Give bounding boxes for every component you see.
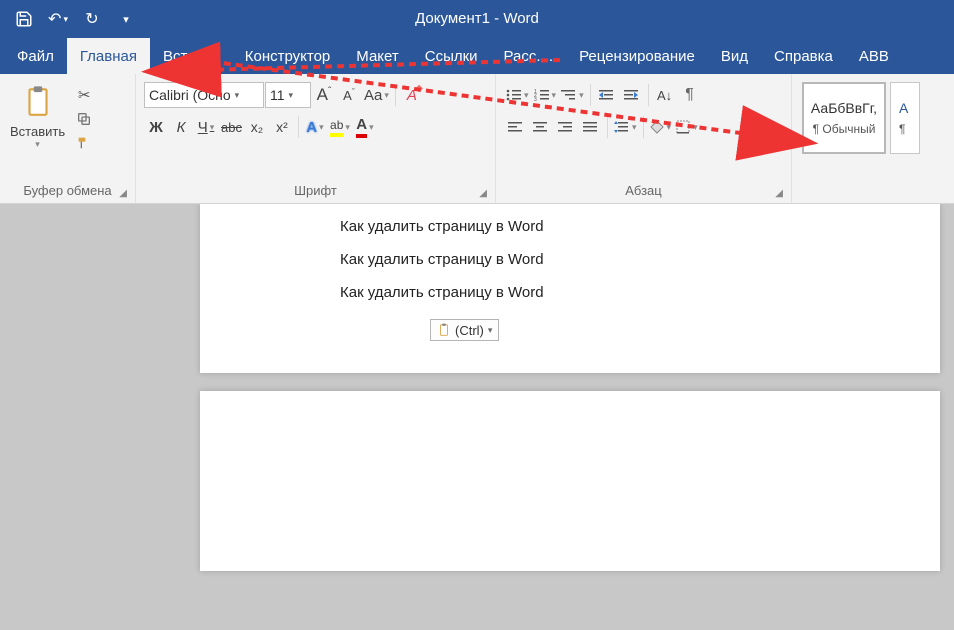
font-dialog-launcher[interactable]: ◢ bbox=[479, 188, 487, 199]
font-color-button[interactable]: A▾ bbox=[353, 114, 377, 140]
strikethrough-button[interactable]: abc bbox=[219, 114, 244, 140]
clipboard-dialog-launcher[interactable]: ◢ bbox=[119, 188, 127, 199]
sort-button[interactable]: А↓ bbox=[653, 82, 677, 108]
line-spacing-button[interactable]: ▾ bbox=[612, 114, 639, 140]
tab-file[interactable]: Файл bbox=[4, 38, 67, 74]
increase-indent-icon[interactable] bbox=[620, 82, 644, 108]
shading-button[interactable]: ▾ bbox=[648, 114, 674, 140]
title-bar: ↶▾ ↻ ▾ Документ1 - Word bbox=[0, 0, 954, 38]
clear-formatting-icon[interactable]: A◆ bbox=[400, 82, 424, 108]
font-name-combo[interactable]: Calibri (Осно▾ bbox=[144, 82, 264, 108]
font-group-label: Шрифт◢ bbox=[140, 180, 491, 203]
tab-layout[interactable]: Макет bbox=[343, 38, 411, 74]
clipboard-group-label: Буфер обмена◢ bbox=[4, 180, 131, 203]
italic-button[interactable]: К bbox=[169, 114, 193, 140]
group-styles: АаБбВвГг, ¶ Обычный А ¶ bbox=[792, 74, 952, 203]
document-area: Как удалить страницу в Word Как удалить … bbox=[0, 204, 954, 630]
change-case-button[interactable]: Aa▾ bbox=[362, 82, 391, 108]
undo-icon[interactable]: ↶▾ bbox=[42, 4, 74, 34]
quick-access-toolbar: ↶▾ ↻ ▾ bbox=[8, 4, 142, 34]
show-marks-button[interactable]: ¶ bbox=[678, 82, 702, 108]
tab-references[interactable]: Ссылки bbox=[412, 38, 491, 74]
shrink-font-icon[interactable]: Aˇ bbox=[337, 82, 361, 108]
numbering-button[interactable]: 123▾ bbox=[532, 82, 559, 108]
qat-customize-icon[interactable]: ▾ bbox=[110, 4, 142, 34]
bold-button[interactable]: Ж bbox=[144, 114, 168, 140]
doc-line[interactable]: Как удалить страницу в Word bbox=[340, 284, 940, 301]
tab-view[interactable]: Вид bbox=[708, 38, 761, 74]
justify-icon[interactable] bbox=[579, 114, 603, 140]
tab-abb[interactable]: ABB bbox=[846, 38, 902, 74]
group-paragraph: ▾ 123▾ ▾ А↓ ¶ ▾ ▾ ▾ Абза bbox=[496, 74, 792, 203]
svg-text:3: 3 bbox=[534, 97, 537, 102]
page-2[interactable] bbox=[200, 391, 940, 571]
text-effects-button[interactable]: A▾ bbox=[303, 114, 327, 140]
doc-line[interactable]: Как удалить страницу в Word bbox=[340, 218, 940, 235]
bullets-button[interactable]: ▾ bbox=[504, 82, 531, 108]
paste-button[interactable]: Вставить ▾ bbox=[4, 78, 71, 154]
align-right-icon[interactable] bbox=[554, 114, 578, 140]
borders-button[interactable]: ▾ bbox=[674, 114, 700, 140]
paste-options-popup[interactable]: (Ctrl)▾ bbox=[430, 319, 499, 341]
style-normal[interactable]: АаБбВвГг, ¶ Обычный bbox=[802, 82, 886, 154]
style-next[interactable]: А ¶ bbox=[890, 82, 920, 154]
align-center-icon[interactable] bbox=[529, 114, 553, 140]
tab-home[interactable]: Главная bbox=[67, 38, 150, 74]
styles-group-label bbox=[796, 180, 948, 203]
decrease-indent-icon[interactable] bbox=[595, 82, 619, 108]
grow-font-icon[interactable]: Aˆ bbox=[312, 82, 336, 108]
underline-button[interactable]: Ч▾ bbox=[194, 114, 218, 140]
group-font: Calibri (Осно▾ 11▾ Aˆ Aˇ Aa▾ A◆ Ж К Ч▾ a… bbox=[136, 74, 496, 203]
tab-help[interactable]: Справка bbox=[761, 38, 846, 74]
paragraph-group-label: Абзац◢ bbox=[500, 180, 787, 203]
copy-icon[interactable] bbox=[71, 108, 97, 130]
cut-icon[interactable]: ✂ bbox=[71, 84, 97, 106]
ribbon: Вставить ▾ ✂ Буфер обмена◢ Calibri (Осно… bbox=[0, 74, 954, 204]
tab-review[interactable]: Рецензирование bbox=[566, 38, 708, 74]
tab-mailings[interactable]: Расс.... bbox=[491, 38, 567, 74]
format-painter-icon[interactable] bbox=[71, 132, 97, 154]
doc-line[interactable]: Как удалить страницу в Word bbox=[340, 251, 940, 268]
save-icon[interactable] bbox=[8, 4, 40, 34]
multilevel-list-button[interactable]: ▾ bbox=[559, 82, 586, 108]
paragraph-dialog-launcher[interactable]: ◢ bbox=[775, 188, 783, 199]
document-title: Документ1 - Word bbox=[0, 10, 954, 27]
align-left-icon[interactable] bbox=[504, 114, 528, 140]
redo-icon[interactable]: ↻ bbox=[76, 4, 108, 34]
highlight-button[interactable]: ab▾ bbox=[328, 114, 352, 140]
paste-label: Вставить bbox=[10, 124, 65, 139]
tab-insert[interactable]: Вставка bbox=[150, 38, 232, 74]
group-clipboard: Вставить ▾ ✂ Буфер обмена◢ bbox=[0, 74, 136, 203]
ribbon-tabs: Файл Главная Вставка Конструктор Макет С… bbox=[0, 38, 954, 74]
tab-design[interactable]: Конструктор bbox=[232, 38, 344, 74]
page-1[interactable]: Как удалить страницу в Word Как удалить … bbox=[200, 204, 940, 373]
superscript-button[interactable]: x² bbox=[270, 114, 294, 140]
font-size-combo[interactable]: 11▾ bbox=[265, 82, 311, 108]
subscript-button[interactable]: x₂ bbox=[245, 114, 269, 140]
